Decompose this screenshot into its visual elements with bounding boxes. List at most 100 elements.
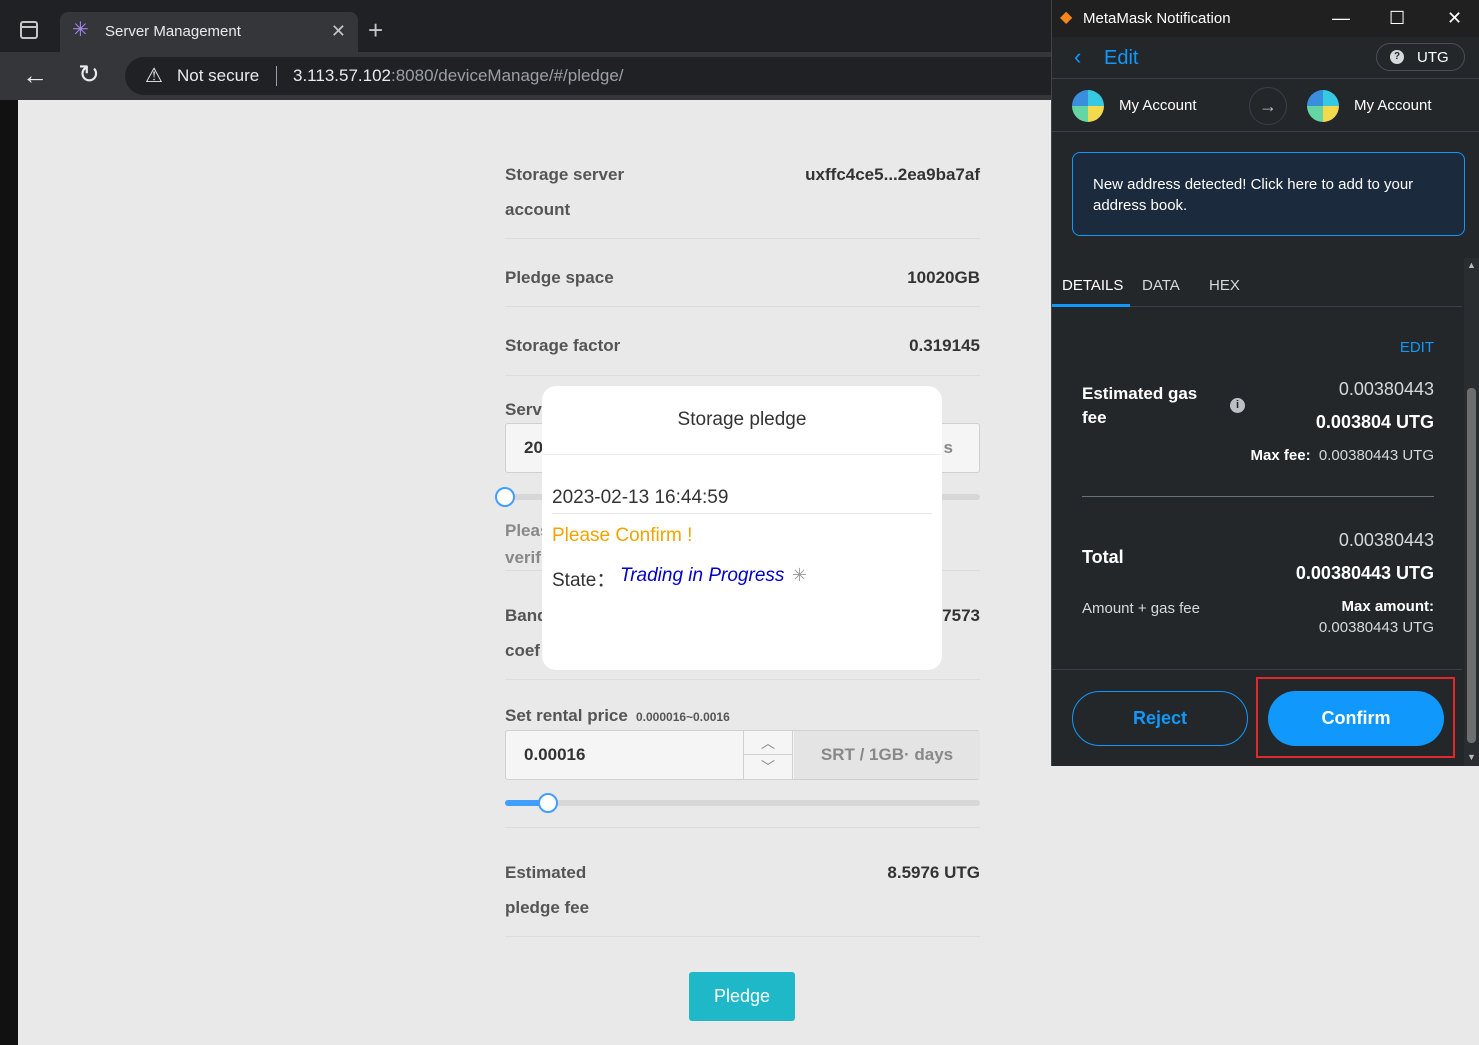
transaction-details: EDIT Estimated gas fee i 0.00380443 0.00…: [1052, 307, 1462, 669]
verify-hint-line2: verifi: [505, 548, 546, 567]
close-icon[interactable]: ✕: [1447, 6, 1462, 30]
to-account-name[interactable]: My Account: [1354, 97, 1432, 114]
details-divider: [1082, 496, 1434, 497]
address-bar[interactable]: ⚠ Not secure 3.113.57.102:8080/deviceMan…: [125, 57, 1125, 95]
favicon-icon: ✳: [72, 19, 89, 41]
tab-sidebar-icon[interactable]: [20, 21, 38, 39]
metamask-titlebar: ◆ MetaMask Notification — ☐ ✕: [1052, 0, 1479, 37]
page-left-edge: [0, 100, 18, 1045]
url-path: :8080/deviceManage/#/pledge/: [391, 66, 624, 85]
pledge-space-value: 10020GB: [907, 268, 980, 287]
pledge-button[interactable]: Pledge: [689, 972, 795, 1021]
metamask-header: ‹ Edit ? UTG: [1052, 37, 1479, 79]
est-fee-label-line1: Estimated: [505, 863, 587, 882]
tab-title: Server Management: [105, 23, 241, 40]
info-icon[interactable]: i: [1230, 398, 1245, 413]
metamask-scrollbar[interactable]: ▲ ▼: [1464, 258, 1479, 766]
modal-divider: [542, 454, 942, 455]
increment-icon[interactable]: ︿: [744, 731, 792, 755]
max-amount-value: 0.00380443 UTG: [1318, 619, 1434, 636]
max-fee-label: Max fee:: [1250, 447, 1311, 464]
rental-slider[interactable]: [505, 793, 980, 813]
account-label-line2: account: [505, 200, 571, 219]
from-account-avatar: [1072, 90, 1104, 122]
tab-data[interactable]: DATA: [1142, 277, 1180, 294]
total-secondary: 0.00380443: [1338, 530, 1434, 550]
total-label: Total: [1082, 547, 1124, 567]
rental-range: 0.000016~0.0016: [636, 710, 730, 724]
max-fee-value: 0.00380443 UTG: [1318, 447, 1434, 464]
rental-price-row: Set rental price 0.000016~0.0016 0.00016…: [505, 680, 980, 828]
edit-link[interactable]: Edit: [1104, 47, 1138, 70]
scroll-down-icon[interactable]: ▼: [1464, 750, 1479, 765]
omnibox-divider: [276, 66, 277, 86]
bandwidth-label-line2: coef: [505, 641, 540, 660]
gas-fee-amount: 0.003804 UTG: [1315, 412, 1434, 432]
reject-button[interactable]: Reject: [1072, 691, 1248, 746]
pledge-space-label: Pledge space: [505, 268, 614, 287]
decrement-icon[interactable]: ﹀: [744, 755, 792, 779]
max-fee: Max fee: 0.00380443 UTG: [1251, 447, 1434, 464]
rental-unit: SRT / 1GB· days: [794, 731, 980, 779]
from-account-name[interactable]: My Account: [1119, 97, 1197, 114]
service-slider-knob[interactable]: [495, 487, 515, 507]
rental-label: Set rental price: [505, 706, 628, 725]
arrow-right-icon: →: [1249, 87, 1287, 125]
rental-price-value: 0.00016: [524, 745, 586, 764]
metamask-window: ◆ MetaMask Notification — ☐ ✕ ‹ Edit ? U…: [1051, 0, 1479, 766]
new-address-notice[interactable]: New address detected! Click here to add …: [1072, 152, 1465, 236]
tab-hex[interactable]: HEX: [1209, 277, 1240, 294]
storage-factor-label: Storage factor: [505, 336, 621, 355]
question-icon: ?: [1390, 50, 1404, 64]
maximize-icon[interactable]: ☐: [1389, 6, 1405, 30]
metamask-tabs: DETAILS DATA HEX: [1052, 265, 1462, 307]
modal-state-label: State：: [552, 570, 616, 591]
account-transfer-bar: My Account → My Account: [1052, 79, 1479, 132]
service-input-value: 20: [524, 438, 543, 457]
to-account-avatar: [1307, 90, 1339, 122]
service-label: Serv: [505, 400, 542, 419]
est-fee-label-line2: pledge fee: [505, 898, 590, 917]
loading-spinner-icon: ✳: [792, 565, 808, 585]
bandwidth-value: 7573: [942, 606, 980, 625]
storage-factor-row: Storage factor 0.319145: [505, 307, 980, 376]
account-value: uxffc4ce5...2ea9ba7af: [805, 165, 980, 184]
security-label[interactable]: Not secure: [177, 66, 259, 86]
new-address-notice-text: New address detected! Click here to add …: [1093, 176, 1414, 214]
minimize-icon[interactable]: —: [1332, 6, 1350, 30]
storage-factor-value: 0.319145: [909, 336, 980, 355]
network-name: UTG: [1417, 49, 1449, 66]
reload-icon[interactable]: ↻: [78, 59, 100, 89]
scroll-up-icon[interactable]: ▲: [1464, 258, 1479, 273]
url-text[interactable]: 3.113.57.102:8080/deviceManage/#/pledge/: [293, 66, 624, 86]
modal-confirm-text: Please Confirm !: [552, 525, 693, 546]
browser-tab[interactable]: ✳ Server Management ✕: [60, 12, 358, 52]
close-tab-icon[interactable]: ✕: [331, 21, 346, 41]
back-icon[interactable]: ←: [22, 60, 48, 90]
est-fee-value: 8.5976 UTG: [887, 863, 980, 882]
rental-price-input[interactable]: 0.00016 ︿ ﹀ SRT / 1GB· days: [505, 730, 980, 780]
metamask-fox-icon: ◆: [1060, 9, 1073, 26]
total-amount: 0.00380443 UTG: [1295, 563, 1434, 583]
modal-divider-2: [552, 513, 932, 514]
modal-timestamp: 2023-02-13 16:44:59: [552, 487, 729, 508]
tab-details[interactable]: DETAILS: [1062, 277, 1123, 294]
gas-fee-secondary: 0.00380443: [1338, 379, 1434, 399]
estimated-gas-label: Estimated gas fee: [1082, 384, 1198, 427]
scroll-thumb[interactable]: [1467, 388, 1476, 743]
modal-title: Storage pledge: [677, 409, 807, 430]
network-selector[interactable]: ? UTG: [1376, 43, 1465, 71]
account-row: Storage server account uxffc4ce5...2ea9b…: [505, 100, 980, 239]
service-unit: s: [943, 438, 953, 457]
storage-pledge-modal: Storage pledge 2023-02-13 16:44:59 Pleas…: [542, 386, 942, 670]
chevron-left-icon[interactable]: ‹: [1074, 45, 1081, 69]
rental-stepper: ︿ ﹀: [743, 731, 793, 779]
max-amount-label: Max amount:: [1341, 598, 1434, 615]
warning-icon: ⚠: [145, 65, 163, 87]
edit-gas-link[interactable]: EDIT: [1400, 339, 1434, 356]
estimated-fee-row: Estimated pledge fee 8.5976 UTG: [505, 828, 980, 937]
pledge-space-row: Pledge space 10020GB: [505, 239, 980, 307]
modal-state-value: Trading in Progress: [620, 565, 785, 586]
rental-slider-knob[interactable]: [537, 793, 558, 813]
new-tab-icon[interactable]: +: [368, 16, 383, 44]
